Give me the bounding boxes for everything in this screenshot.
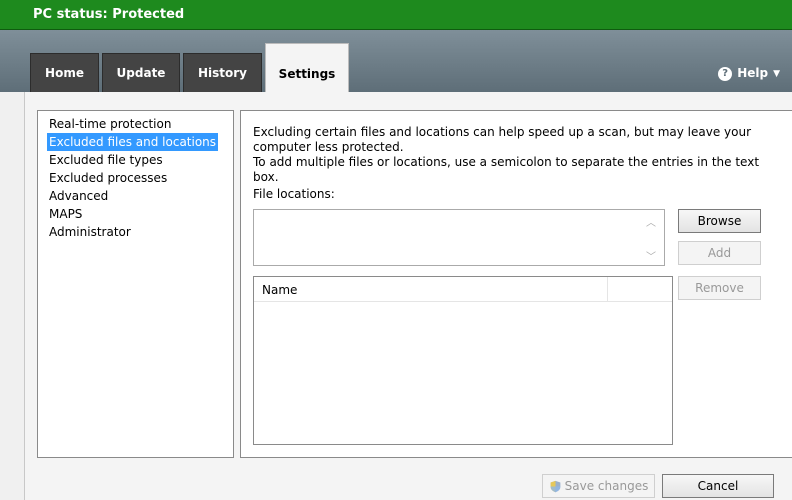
nav-item-advanced[interactable]: Advanced bbox=[47, 187, 110, 205]
question-circle-icon: ? bbox=[718, 66, 733, 81]
settings-nav-list: Real-time protection Excluded files and … bbox=[37, 110, 234, 458]
nav-item-maps[interactable]: MAPS bbox=[47, 205, 84, 223]
nav-item-excluded-processes[interactable]: Excluded processes bbox=[47, 169, 169, 187]
remove-button[interactable]: Remove bbox=[678, 276, 761, 300]
tab-history[interactable]: History bbox=[183, 53, 262, 92]
browse-button[interactable]: Browse bbox=[678, 209, 761, 233]
tab-update[interactable]: Update bbox=[102, 53, 180, 92]
tab-settings[interactable]: Settings bbox=[265, 43, 349, 92]
column-divider bbox=[607, 277, 608, 301]
nav-item-administrator[interactable]: Administrator bbox=[47, 223, 133, 241]
help-label: Help bbox=[737, 66, 769, 80]
tab-home[interactable]: Home bbox=[30, 53, 99, 92]
nav-item-excluded-file-types[interactable]: Excluded file types bbox=[47, 151, 165, 169]
help-button[interactable]: ? Help ▼ bbox=[718, 66, 780, 81]
settings-panel: Excluding certain files and locations ca… bbox=[240, 110, 792, 458]
caret-down-icon: ▼ bbox=[773, 68, 780, 79]
save-changes-label: Save changes bbox=[564, 479, 649, 493]
nav-item-real-time-protection[interactable]: Real-time protection bbox=[47, 115, 173, 133]
add-button[interactable]: Add bbox=[678, 241, 761, 265]
excluded-items-list[interactable]: Name bbox=[253, 276, 673, 445]
list-header: Name bbox=[254, 277, 672, 302]
status-bar: PC status: Protected bbox=[0, 0, 792, 30]
nav-item-excluded-files-locations[interactable]: Excluded files and locations bbox=[47, 133, 219, 151]
description-text-2: To add multiple files or locations, use … bbox=[253, 155, 760, 184]
file-locations-label: File locations: bbox=[253, 187, 335, 201]
file-locations-input[interactable] bbox=[253, 209, 665, 266]
uac-shield-icon bbox=[550, 480, 561, 493]
column-header-name[interactable]: Name bbox=[262, 283, 297, 297]
status-text: PC status: Protected bbox=[33, 7, 185, 22]
settings-content: Real-time protection Excluded files and … bbox=[24, 92, 792, 500]
save-changes-button[interactable]: Save changes bbox=[542, 474, 655, 498]
cancel-button[interactable]: Cancel bbox=[662, 474, 774, 498]
panel-description: Excluding certain files and locations ca… bbox=[253, 125, 763, 185]
description-text-1: Excluding certain files and locations ca… bbox=[253, 125, 752, 154]
